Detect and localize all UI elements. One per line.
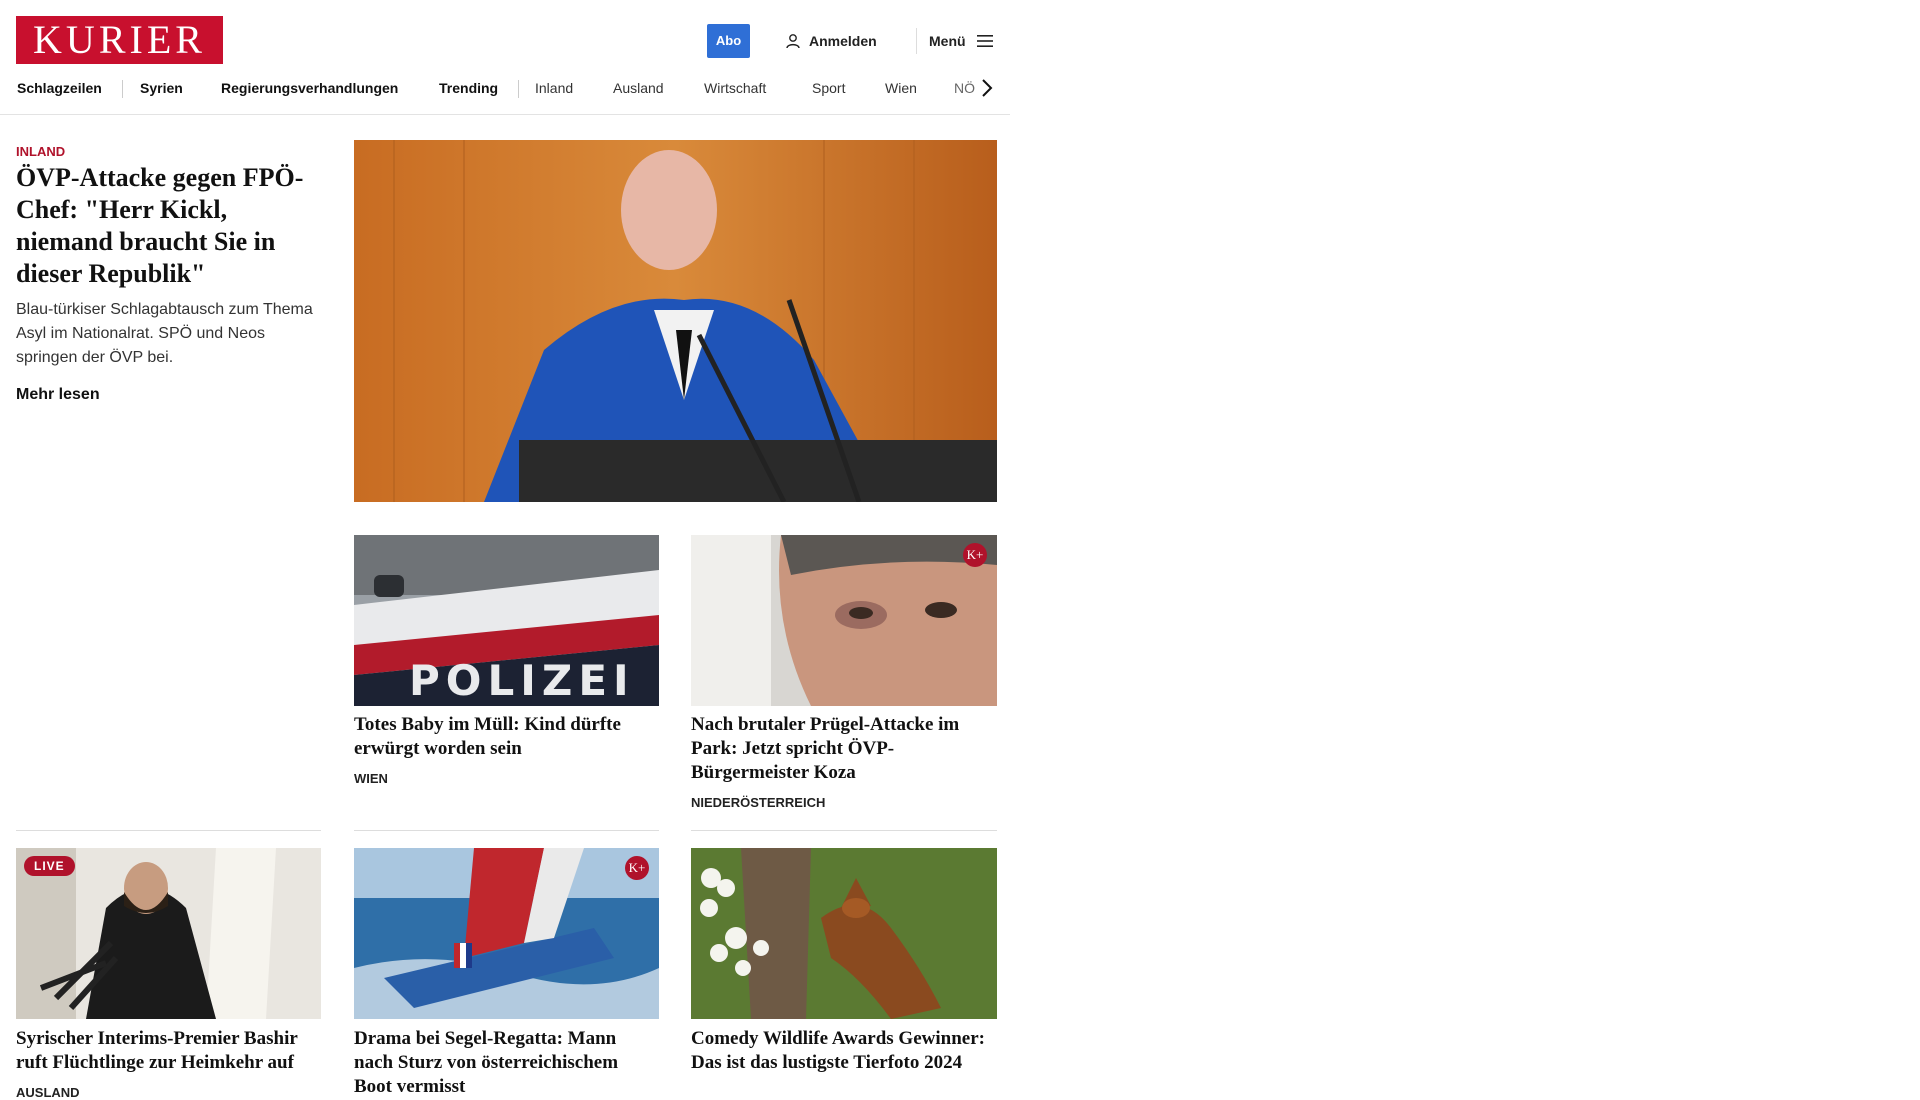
chevron-right-icon[interactable] bbox=[980, 76, 994, 100]
nav-item-inland[interactable]: Inland bbox=[535, 80, 573, 96]
card-image-press-conference[interactable]: LIVE bbox=[16, 848, 321, 1019]
login-button[interactable]: Anmelden bbox=[785, 30, 877, 52]
user-icon bbox=[786, 34, 800, 49]
abo-button[interactable]: Abo bbox=[707, 24, 750, 58]
card-image-sailboat[interactable]: K+ bbox=[354, 848, 659, 1019]
read-more-link[interactable]: Mehr lesen bbox=[16, 386, 100, 404]
card-ressort[interactable]: NIEDERÖSTERREICH bbox=[691, 795, 825, 810]
card-ressort[interactable]: WIEN bbox=[354, 771, 388, 786]
card-headline[interactable]: Drama bei Segel-Regatta: Mann nach Sturz… bbox=[354, 1027, 660, 1099]
card-headline[interactable]: Nach brutaler Prügel-Attacke im Park: Je… bbox=[691, 713, 997, 785]
card-image-police-car[interactable]: POLIZEI bbox=[354, 535, 659, 706]
nav-item-wirtschaft[interactable]: Wirtschaft bbox=[704, 80, 766, 96]
lead-headline[interactable]: ÖVP-Attacke gegen FPÖ-Chef: "Herr Kickl,… bbox=[16, 162, 326, 290]
login-label: Anmelden bbox=[809, 33, 877, 49]
kurier-logo[interactable]: KURIER bbox=[16, 16, 223, 64]
k-plus-badge: K+ bbox=[963, 543, 987, 567]
divider bbox=[16, 830, 321, 831]
lead-image[interactable] bbox=[354, 140, 997, 502]
card-headline[interactable]: Syrischer Interims-Premier Bashir ruft F… bbox=[16, 1027, 322, 1075]
lead-teaser: Blau-türkiser Schlagabtausch zum Thema A… bbox=[16, 301, 313, 366]
nav-item-wien[interactable]: Wien bbox=[885, 80, 917, 96]
live-badge: LIVE bbox=[24, 856, 75, 876]
divider bbox=[691, 830, 997, 831]
menu-label: Menü bbox=[929, 33, 966, 49]
divider bbox=[354, 830, 659, 831]
card-ressort[interactable]: AUSLAND bbox=[16, 1085, 80, 1100]
nav-item-schlagzeilen[interactable]: Schlagzeilen bbox=[17, 80, 102, 96]
card-image-face[interactable]: K+ bbox=[691, 535, 997, 706]
k-plus-badge: K+ bbox=[625, 856, 649, 880]
hamburger-icon bbox=[976, 35, 993, 47]
nav-separator bbox=[122, 80, 123, 98]
nav-item-noe[interactable]: NÖ bbox=[954, 80, 975, 96]
nav-item-ausland[interactable]: Ausland bbox=[613, 80, 664, 96]
card-headline[interactable]: Totes Baby im Müll: Kind dürfte erwürgt … bbox=[354, 713, 660, 761]
menu-button[interactable]: Menü bbox=[916, 28, 994, 54]
section-nav: Schlagzeilen Syrien Regierungsverhandlun… bbox=[0, 76, 1010, 115]
police-text: POLIZEI bbox=[409, 656, 635, 705]
lead-kicker[interactable]: INLAND bbox=[16, 144, 65, 159]
card-image-squirrel[interactable] bbox=[691, 848, 997, 1019]
page: KURIER Abo Anmelden Menü Schlagzeilen Sy… bbox=[0, 0, 1010, 1100]
nav-item-regierungsverhandlungen[interactable]: Regierungsverhandlungen bbox=[221, 80, 398, 96]
card-headline[interactable]: Comedy Wildlife Awards Gewinner: Das ist… bbox=[691, 1027, 997, 1075]
nav-item-syrien[interactable]: Syrien bbox=[140, 80, 183, 96]
nav-separator bbox=[518, 80, 519, 98]
nav-item-trending[interactable]: Trending bbox=[439, 80, 498, 96]
nav-item-sport[interactable]: Sport bbox=[812, 80, 845, 96]
